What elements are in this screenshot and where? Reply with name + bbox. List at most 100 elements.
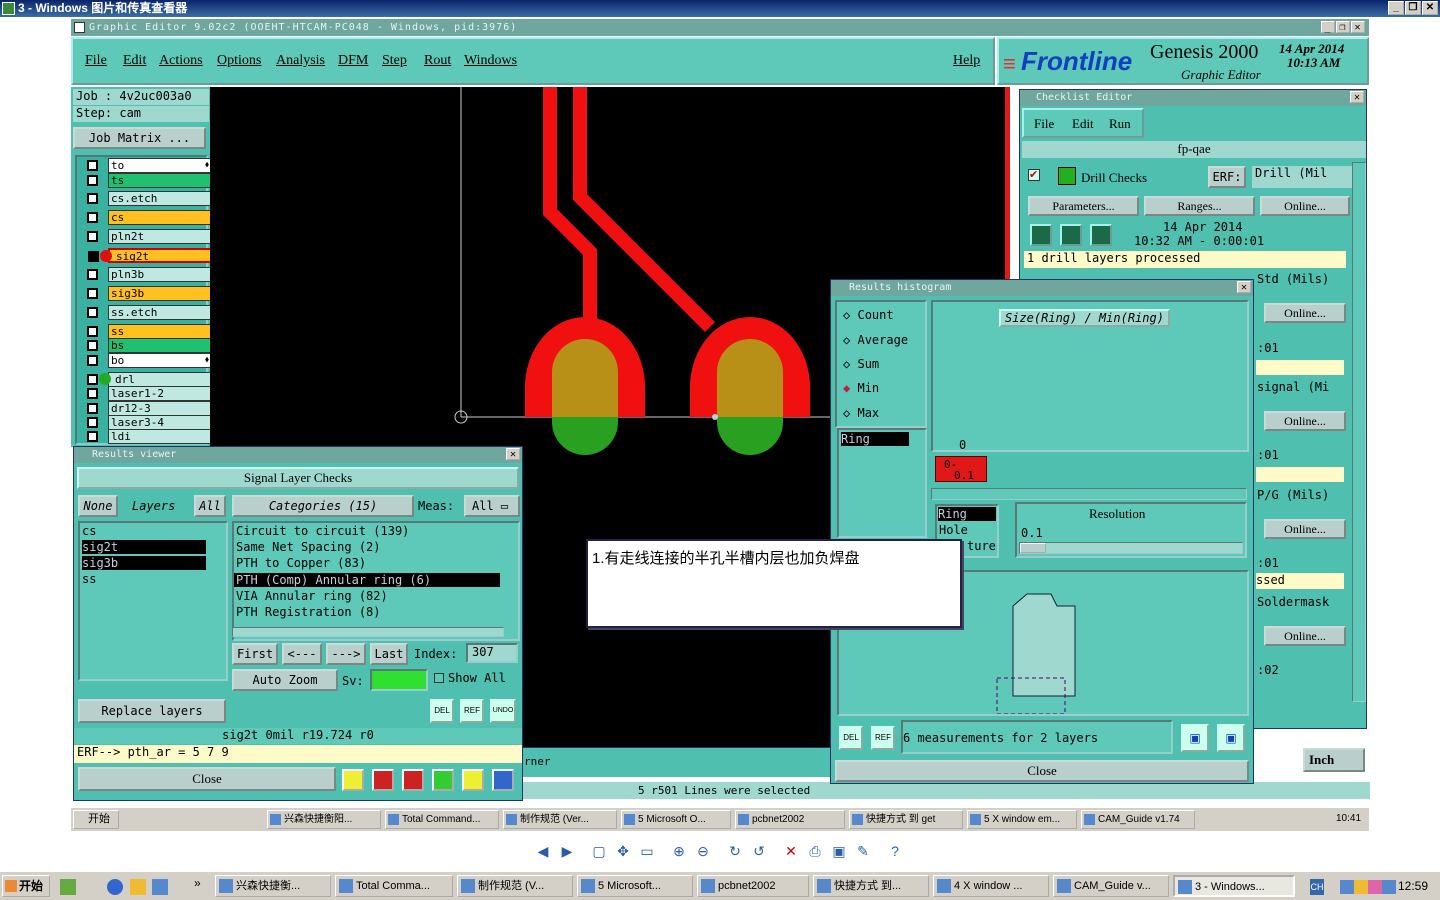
layer-bo[interactable]: bo ⬧ bbox=[87, 353, 212, 368]
all-button[interactable]: All bbox=[194, 495, 226, 517]
slideshow-icon[interactable]: ▭ bbox=[638, 842, 656, 860]
parameters-button[interactable]: Parameters... bbox=[1028, 196, 1139, 216]
del-icon[interactable]: DEL bbox=[430, 699, 454, 723]
close-button[interactable]: ✕ bbox=[1422, 1, 1438, 15]
slider-thumb[interactable] bbox=[1020, 543, 1046, 553]
actual-icon[interactable]: ✥ bbox=[614, 842, 632, 860]
inner-task-item[interactable]: 制作规范 (Ver... bbox=[503, 810, 617, 829]
inner-task-item[interactable]: CAM_Guide v1.74 bbox=[1081, 810, 1195, 829]
task-item[interactable]: 兴森快捷衡... bbox=[215, 875, 331, 897]
option-average[interactable]: ◇ Average bbox=[843, 333, 908, 347]
online-button-2[interactable]: Online... bbox=[1264, 303, 1346, 323]
menu-dfm[interactable]: DFM bbox=[338, 53, 368, 69]
inner-task-item[interactable]: 5 Microsoft O... bbox=[621, 810, 731, 829]
checklist-menu-file[interactable]: File bbox=[1034, 116, 1054, 132]
layer-checkbox[interactable] bbox=[87, 417, 98, 428]
histogram-del-icon[interactable]: DEL bbox=[839, 726, 863, 750]
run-icon-3[interactable] bbox=[1090, 224, 1112, 246]
task-item[interactable]: 5 Microsoft... bbox=[577, 875, 693, 897]
online-button-1[interactable]: Online... bbox=[1260, 196, 1350, 216]
tool-icon-4[interactable] bbox=[432, 769, 454, 791]
category-item-5[interactable]: VIA Annular ring (82) bbox=[236, 589, 388, 603]
help-icon[interactable]: ? bbox=[886, 842, 904, 860]
category-item-3[interactable]: PTH to Copper (83) bbox=[236, 556, 366, 570]
prev-icon[interactable]: ◀ bbox=[534, 842, 552, 860]
genesis-close-button[interactable]: ✕ bbox=[1351, 21, 1365, 33]
inner-task-item[interactable]: pcbnet2002 bbox=[735, 810, 845, 829]
zoom-out-icon[interactable]: ⊖ bbox=[694, 842, 712, 860]
first-button[interactable]: First bbox=[232, 643, 278, 665]
result-layer-sig3b[interactable]: sig3b bbox=[82, 556, 206, 570]
ranges-button[interactable]: Ranges... bbox=[1144, 196, 1255, 216]
index-input[interactable]: 307 bbox=[466, 643, 518, 663]
maximize-button[interactable]: ❐ bbox=[1405, 1, 1421, 15]
layer-checkbox[interactable] bbox=[87, 307, 98, 318]
option-max[interactable]: ◇ Max bbox=[843, 406, 879, 420]
results-viewer-close-button[interactable]: ✕ bbox=[506, 448, 520, 460]
rotate-ccw-icon[interactable]: ↺ bbox=[750, 842, 768, 860]
histogram-close-text-button[interactable]: Close bbox=[835, 760, 1249, 782]
category-hscroll[interactable] bbox=[232, 627, 504, 637]
task-item[interactable]: 3 - Windows... bbox=[1173, 875, 1295, 897]
ref-icon[interactable]: REF bbox=[460, 699, 484, 723]
categories-button[interactable]: Categories (15) bbox=[232, 495, 414, 517]
layer-bs[interactable]: bs bbox=[87, 338, 212, 353]
result-layer-cs[interactable]: cs bbox=[82, 524, 96, 538]
layer-checkbox[interactable] bbox=[87, 340, 98, 351]
histogram-export-icon-1[interactable]: ▣ bbox=[1181, 724, 1209, 752]
undo-icon[interactable]: UNDO bbox=[490, 699, 516, 723]
category-item-1[interactable]: Circuit to circuit (139) bbox=[236, 524, 409, 538]
layer-dr12-3[interactable]: dr12-3 bbox=[87, 401, 212, 416]
online-button-4[interactable]: Online... bbox=[1264, 519, 1346, 539]
layer-ts[interactable]: ts bbox=[87, 173, 212, 188]
layer-ss[interactable]: ss bbox=[87, 324, 212, 339]
layer-sig3b[interactable]: sig3b bbox=[87, 286, 212, 301]
histogram-close-button[interactable]: ✕ bbox=[1237, 281, 1251, 293]
erf-button[interactable]: ERF: bbox=[1208, 166, 1246, 188]
show-all-checkbox[interactable] bbox=[434, 673, 444, 683]
layer-cs[interactable]: cs bbox=[87, 210, 212, 225]
layer-sig2t[interactable]: sig2t bbox=[88, 248, 212, 263]
layer-ss.etch[interactable]: ss.etch bbox=[87, 305, 212, 320]
histogram-bar[interactable]: 0- 0.1 bbox=[935, 456, 987, 482]
next-button[interactable]: ---> bbox=[326, 643, 366, 665]
menu-analysis[interactable]: Analysis bbox=[276, 53, 325, 69]
quicklaunch-ie-icon[interactable] bbox=[107, 879, 123, 895]
layer-laser1-2[interactable]: laser1-2 bbox=[87, 386, 212, 401]
option-count[interactable]: ◇ Count bbox=[843, 308, 894, 322]
tool-icon-6[interactable] bbox=[492, 769, 514, 791]
next-icon[interactable]: ▶ bbox=[558, 842, 576, 860]
print-icon[interactable]: ⎙ bbox=[806, 842, 824, 860]
histogram-ref-icon[interactable]: REF bbox=[871, 726, 895, 750]
field-ture[interactable]: ture bbox=[967, 539, 996, 553]
category-item-4[interactable]: PTH (Comp) Annular ring (6) bbox=[234, 573, 500, 587]
task-item[interactable]: 4 X window ... bbox=[933, 875, 1049, 897]
menu-edit[interactable]: Edit bbox=[123, 53, 146, 69]
run-icon-1[interactable] bbox=[1030, 224, 1052, 246]
none-button[interactable]: None bbox=[78, 495, 118, 517]
layer-to[interactable]: to ⬧ bbox=[87, 158, 212, 173]
category-item-2[interactable]: Same Net Spacing (2) bbox=[236, 540, 381, 554]
quicklaunch-icon-3[interactable] bbox=[130, 879, 146, 895]
ime-indicator[interactable]: CH bbox=[1310, 879, 1324, 895]
fit-icon[interactable]: ▢ bbox=[590, 842, 608, 860]
prev-button[interactable]: <--- bbox=[282, 643, 322, 665]
field-hole[interactable]: Hole bbox=[939, 523, 968, 537]
menu-windows[interactable]: Windows bbox=[464, 53, 517, 69]
tool-icon-2[interactable] bbox=[372, 769, 394, 791]
inner-task-item[interactable]: 兴森快捷衡阳... bbox=[267, 810, 381, 829]
results-close-button[interactable]: Close bbox=[78, 767, 336, 791]
layer-checkbox[interactable] bbox=[87, 374, 98, 385]
ring-item[interactable]: Ring bbox=[841, 432, 909, 446]
task-item[interactable]: CAM_Guide v... bbox=[1053, 875, 1169, 897]
replace-layers-dropdown[interactable]: Replace layers bbox=[78, 699, 226, 723]
last-button[interactable]: Last bbox=[370, 643, 408, 665]
job-matrix-button[interactable]: Job Matrix ... bbox=[73, 127, 206, 149]
run-icon-2[interactable] bbox=[1060, 224, 1082, 246]
layer-laser3-4[interactable]: laser3-4 bbox=[87, 415, 212, 430]
category-item-6[interactable]: PTH Registration (8) bbox=[236, 605, 381, 619]
auto-zoom-dropdown[interactable]: Auto Zoom bbox=[232, 669, 338, 691]
quicklaunch-icon-1[interactable] bbox=[60, 879, 76, 895]
layer-checkbox[interactable] bbox=[87, 212, 98, 223]
layer-checkbox[interactable] bbox=[87, 193, 98, 204]
